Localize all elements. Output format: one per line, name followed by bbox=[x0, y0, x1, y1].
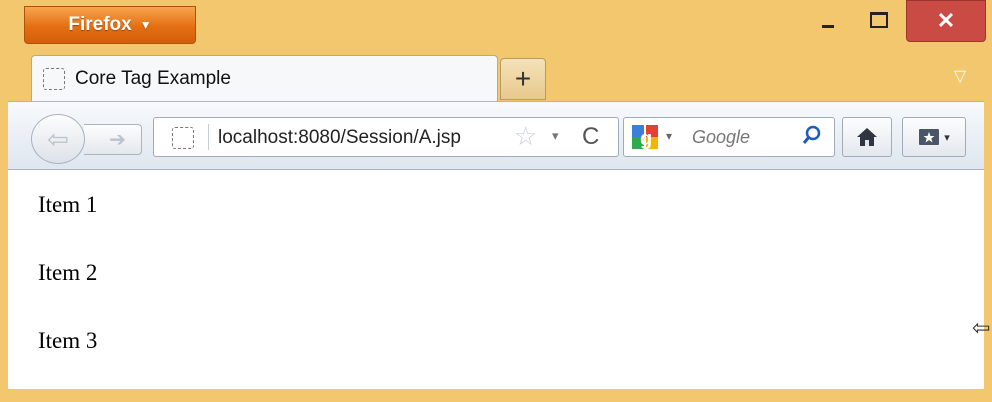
minimize-button[interactable] bbox=[808, 0, 848, 40]
tab-core-tag-example[interactable]: Core Tag Example bbox=[31, 55, 498, 102]
history-dropdown-icon[interactable]: ▾ bbox=[552, 128, 559, 144]
search-bar[interactable]: g ▾ Google bbox=[623, 117, 835, 157]
tab-list-button[interactable]: ▽ bbox=[950, 67, 970, 85]
back-arrow-icon: ⇦ bbox=[47, 123, 69, 154]
firefox-menu-label: Firefox bbox=[68, 14, 132, 35]
reload-icon[interactable]: C bbox=[582, 123, 599, 151]
navigation-toolbar: ➔ ⇦ localhost:8080/Session/A.jsp ☆ ▾ C g… bbox=[8, 101, 984, 169]
forward-button[interactable]: ➔ bbox=[84, 124, 142, 155]
resize-cursor-icon: ⇦ bbox=[972, 315, 991, 340]
new-tab-button[interactable]: + bbox=[500, 58, 546, 100]
triangle-down-icon: ▽ bbox=[953, 68, 967, 85]
back-button[interactable]: ⇦ bbox=[31, 114, 85, 164]
maximize-button[interactable] bbox=[857, 0, 901, 40]
list-item: Item 3 bbox=[38, 328, 98, 353]
home-icon bbox=[857, 128, 877, 146]
chevron-down-icon: ▾ bbox=[944, 131, 950, 144]
close-icon: ✕ bbox=[936, 8, 956, 33]
tab-label: Core Tag Example bbox=[75, 68, 231, 89]
list-item: Item 2 bbox=[38, 260, 98, 285]
plus-icon: + bbox=[514, 63, 532, 94]
home-button[interactable] bbox=[842, 117, 892, 157]
close-button[interactable]: ✕ bbox=[906, 0, 986, 42]
page-content: Item 1 Item 2 Item 3 ⇦ bbox=[8, 169, 990, 389]
browser-window: Firefox ▼ ✕ Core Tag Example + ▽ ➔ ⇦ loc… bbox=[0, 0, 992, 402]
firefox-menu-button[interactable]: Firefox ▼ bbox=[24, 6, 196, 44]
google-logo-icon[interactable]: g bbox=[630, 123, 660, 151]
maximize-icon bbox=[870, 12, 888, 28]
search-engine-dropdown-icon[interactable]: ▾ bbox=[666, 129, 672, 143]
search-placeholder[interactable]: Google bbox=[692, 127, 750, 148]
svg-text:g: g bbox=[640, 128, 652, 150]
bookmarks-icon bbox=[919, 129, 940, 145]
site-identity-icon[interactable] bbox=[172, 127, 194, 149]
bookmark-star-icon[interactable]: ☆ bbox=[514, 121, 537, 152]
search-icon[interactable] bbox=[802, 125, 822, 151]
bookmarks-menu-button[interactable]: ▾ bbox=[902, 117, 966, 157]
forward-arrow-icon: ➔ bbox=[109, 129, 126, 151]
url-bar[interactable]: localhost:8080/Session/A.jsp ☆ ▾ C bbox=[153, 117, 619, 157]
url-text[interactable]: localhost:8080/Session/A.jsp bbox=[218, 127, 461, 149]
minimize-icon bbox=[822, 24, 834, 28]
list-item: Item 1 bbox=[38, 192, 98, 217]
blank-page-icon bbox=[43, 68, 65, 90]
chevron-down-icon: ▼ bbox=[139, 18, 152, 32]
url-divider bbox=[208, 124, 209, 150]
